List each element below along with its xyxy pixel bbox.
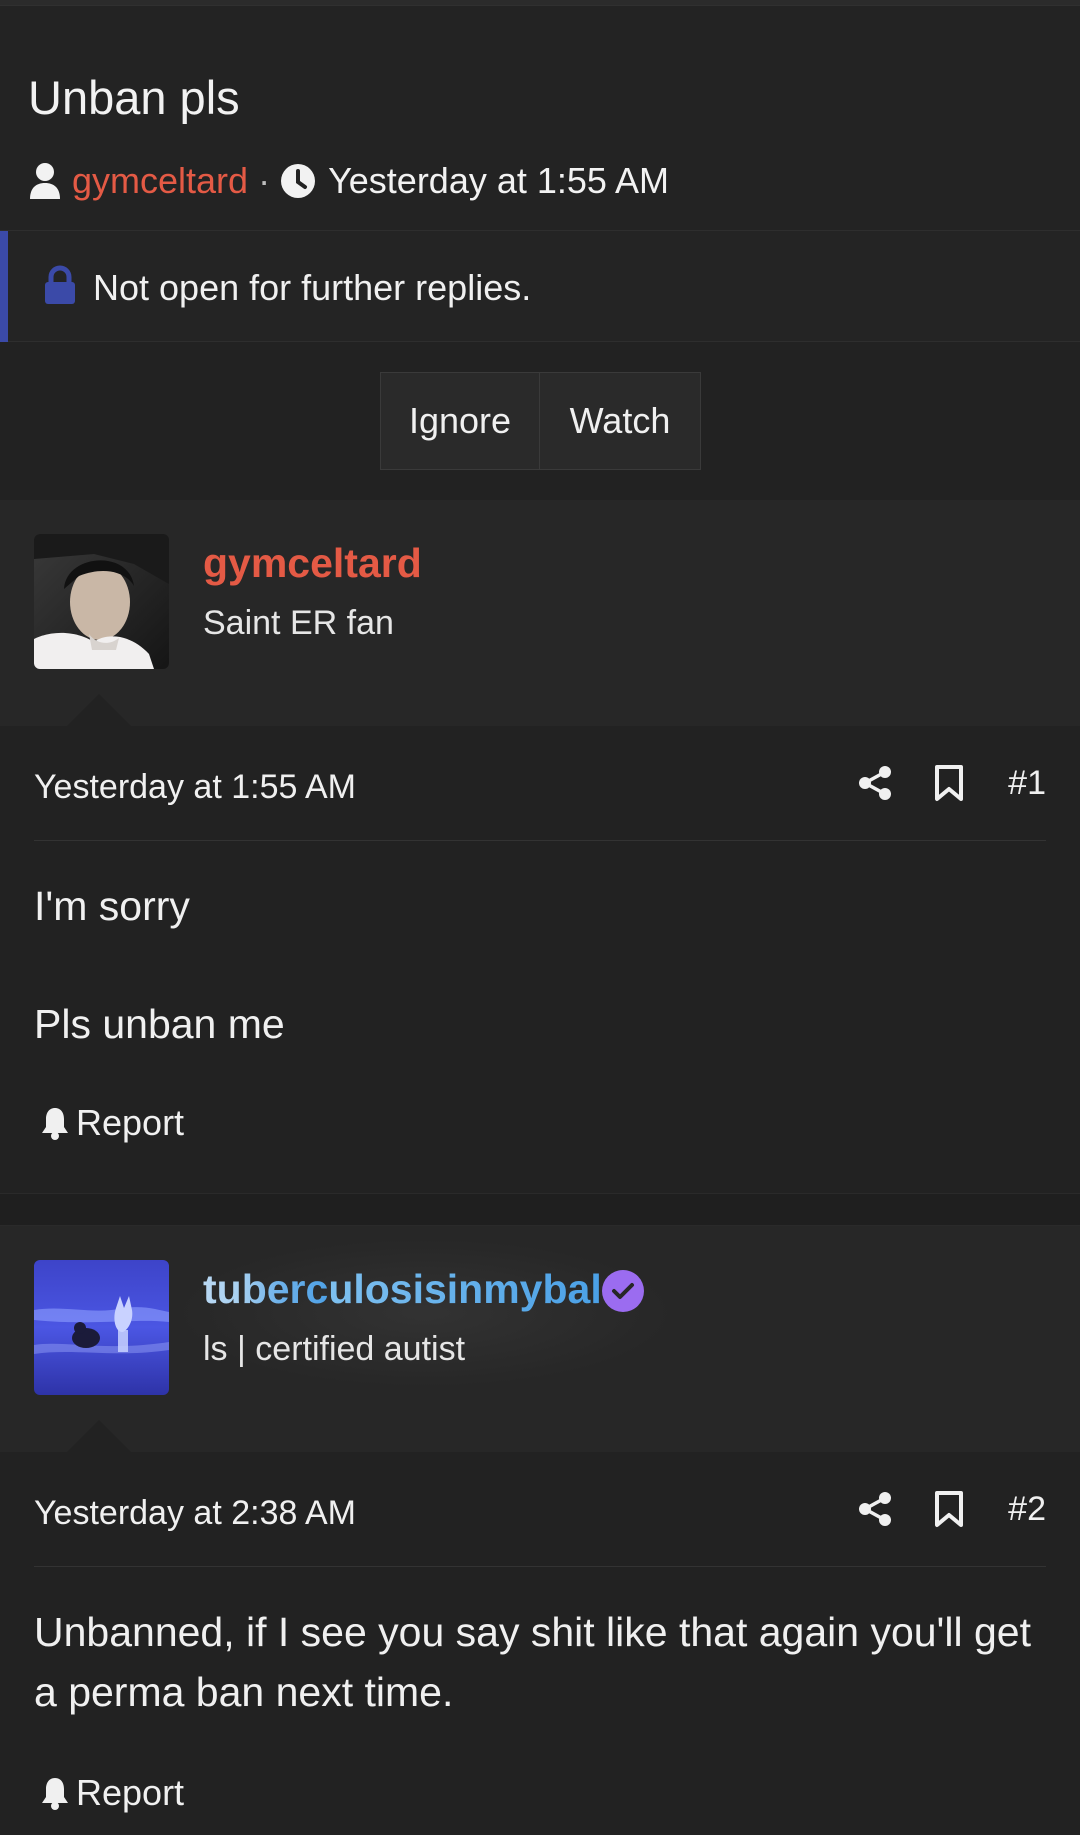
user-icon (30, 163, 60, 199)
post-2: tuberculosisinmybal ls | certified autis… (0, 1226, 1080, 1835)
avatar-image (34, 1260, 169, 1395)
report-label[interactable]: Report (76, 1772, 184, 1814)
notice-text: Not open for further replies. (93, 267, 532, 308)
post-number[interactable]: #2 (1008, 1490, 1046, 1529)
report-label[interactable]: Report (76, 1102, 184, 1144)
post-number[interactable]: #1 (1008, 764, 1046, 803)
bookmark-icon[interactable] (934, 764, 964, 802)
lock-icon (45, 265, 75, 304)
post-message-line: Unbanned, if I see you say shit like tha… (34, 1609, 1031, 1715)
post-tools: #1 (858, 758, 1046, 808)
post-divider (34, 840, 1046, 841)
meta-separator: · (258, 160, 271, 201)
post-arrow (67, 694, 131, 726)
report-link[interactable]: Report (40, 1772, 184, 1814)
post-user-block: gymceltard Saint ER fan (0, 500, 1080, 726)
locked-notice: Not open for further replies. (0, 230, 1080, 343)
thread-header: Unban pls gymceltard · Yesterday at 1:55… (0, 6, 1080, 230)
username-part[interactable]: tuberc (203, 1266, 328, 1312)
post-separator (0, 1193, 1080, 1226)
bell-icon (42, 1778, 68, 1810)
post-user-block: tuberculosisinmybal ls | certified autis… (0, 1226, 1080, 1452)
username-part[interactable]: ulosisinmybal (328, 1266, 601, 1312)
post-date[interactable]: Yesterday at 2:38 AM (34, 1494, 356, 1533)
ignore-button[interactable]: Ignore (381, 373, 540, 469)
bell-icon (42, 1108, 68, 1140)
share-icon[interactable] (858, 765, 892, 801)
thread-actions: Ignore Watch (0, 342, 1080, 500)
watch-button[interactable]: Watch (540, 373, 700, 469)
post-tools: #2 (858, 1484, 1046, 1534)
report-link[interactable]: Report (40, 1102, 184, 1144)
share-icon[interactable] (858, 1491, 892, 1527)
bookmark-icon[interactable] (934, 1490, 964, 1528)
post-arrow (67, 1420, 131, 1452)
avatar-image (34, 534, 169, 669)
thread-title: Unban pls (28, 71, 240, 124)
post-username[interactable]: gymceltard (203, 540, 422, 587)
thread-date[interactable]: Yesterday at 1:55 AM (328, 160, 669, 202)
post-1: gymceltard Saint ER fan Yesterday at 1:5… (0, 500, 1080, 1193)
clock-icon (281, 164, 316, 198)
thread-meta: gymceltard · Yesterday at 1:55 AM (28, 156, 669, 206)
post-user-title: Saint ER fan (203, 604, 394, 642)
avatar[interactable] (34, 1260, 169, 1395)
action-button-group: Ignore Watch (380, 372, 701, 470)
verified-check-icon (602, 1270, 644, 1312)
post-message-line: Pls unban me (34, 1001, 285, 1047)
post-username[interactable]: tuberculosisinmybal (203, 1266, 602, 1313)
thread-author-link[interactable]: gymceltard (72, 160, 248, 202)
notice-accent-bar (0, 231, 8, 343)
post-divider (34, 1566, 1046, 1567)
post-user-title: ls | certified autist (203, 1330, 466, 1368)
post-message-line: I'm sorry (34, 883, 190, 929)
avatar[interactable] (34, 534, 169, 669)
post-date[interactable]: Yesterday at 1:55 AM (34, 768, 356, 807)
